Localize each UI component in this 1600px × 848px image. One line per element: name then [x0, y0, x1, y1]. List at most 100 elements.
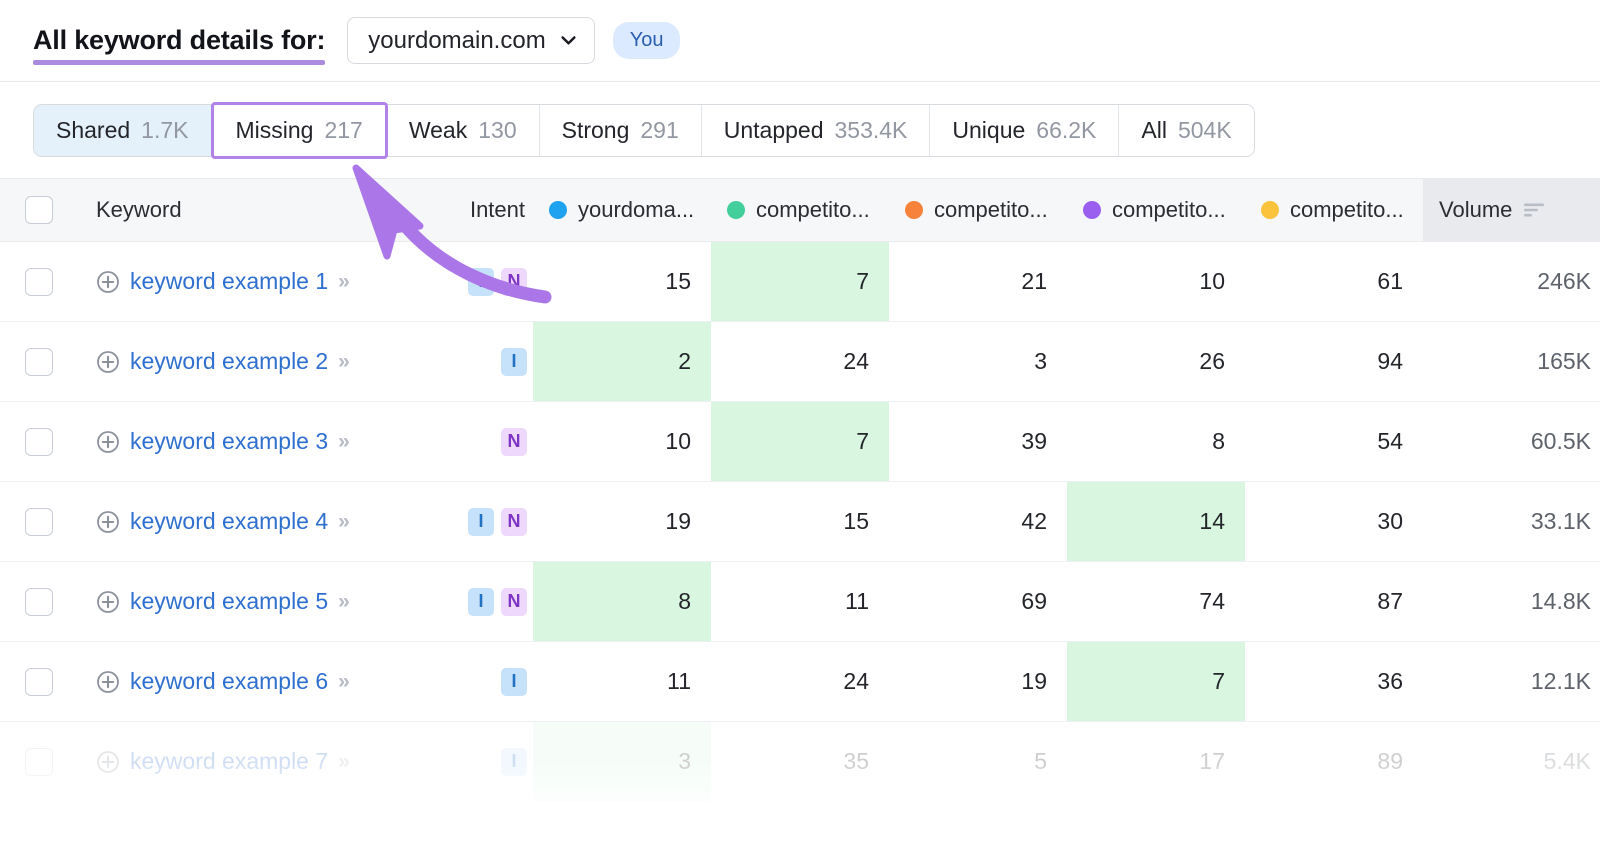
keyword-link[interactable]: keyword example 7 — [130, 748, 328, 775]
double-chevron-right-icon[interactable]: » — [338, 270, 348, 294]
row-select-cell — [0, 508, 78, 536]
row-checkbox[interactable] — [25, 588, 53, 616]
row-checkbox[interactable] — [25, 748, 53, 776]
position-cell-site-1: 7 — [711, 242, 889, 321]
row-checkbox[interactable] — [25, 268, 53, 296]
table-row[interactable]: keyword example 7 » I 3 35 5 17 89 5.4K — [0, 722, 1600, 802]
tab-shared[interactable]: Shared 1.7K — [34, 105, 212, 156]
position-cell-site-2: 21 — [889, 242, 1067, 321]
position-cell-site-2: 69 — [889, 562, 1067, 641]
plus-circle-icon[interactable] — [96, 590, 120, 614]
row-checkbox[interactable] — [25, 428, 53, 456]
row-checkbox[interactable] — [25, 348, 53, 376]
intent-badge-navigational[interactable]: N — [501, 428, 527, 456]
row-intent-cell: I — [423, 668, 533, 696]
position-cell-site-0: 11 — [533, 642, 711, 721]
intent-badge-informational[interactable]: I — [501, 348, 527, 376]
double-chevron-right-icon[interactable]: » — [338, 750, 348, 774]
keyword-link[interactable]: keyword example 2 — [130, 348, 328, 375]
intent-badge-informational[interactable]: I — [468, 508, 494, 536]
position-value: 35 — [843, 748, 869, 775]
intent-badge-navigational[interactable]: N — [501, 588, 527, 616]
keyword-link[interactable]: keyword example 4 — [130, 508, 328, 535]
header-intent-label: Intent — [470, 197, 525, 223]
position-cell-site-1: 24 — [711, 642, 889, 721]
position-value: 15 — [665, 268, 691, 295]
position-value: 87 — [1377, 588, 1403, 615]
row-intent-cell: I N — [423, 268, 533, 296]
position-value: 24 — [843, 348, 869, 375]
header-site-2[interactable]: competito... — [889, 179, 1067, 241]
volume-value: 14.8K — [1531, 588, 1591, 615]
tab-untapped[interactable]: Untapped 353.4K — [702, 105, 931, 156]
row-select-cell — [0, 428, 78, 456]
keyword-link[interactable]: keyword example 3 — [130, 428, 328, 455]
header-site-1[interactable]: competito... — [711, 179, 889, 241]
tab-unique[interactable]: Unique 66.2K — [930, 105, 1119, 156]
position-value: 11 — [667, 668, 691, 695]
tab-unique-count: 66.2K — [1036, 117, 1096, 144]
intent-badge-informational[interactable]: I — [468, 268, 494, 296]
position-cell-site-3: 7 — [1067, 642, 1245, 721]
position-value: 3 — [678, 748, 691, 775]
header-intent[interactable]: Intent — [423, 197, 533, 223]
select-all-checkbox[interactable] — [25, 196, 53, 224]
keywords-table: Keyword Intent yourdoma... competito... … — [0, 178, 1600, 802]
site-color-dot-0 — [549, 201, 567, 219]
row-checkbox[interactable] — [25, 508, 53, 536]
tab-missing[interactable]: Missing 217 — [211, 102, 388, 159]
position-value: 36 — [1377, 668, 1403, 695]
header-volume[interactable]: Volume — [1423, 178, 1600, 242]
table-row[interactable]: keyword example 4 » I N 19 15 42 14 30 3… — [0, 482, 1600, 562]
tab-weak[interactable]: Weak 130 — [387, 105, 540, 156]
plus-circle-icon[interactable] — [96, 510, 120, 534]
double-chevron-right-icon[interactable]: » — [338, 430, 348, 454]
double-chevron-right-icon[interactable]: » — [338, 510, 348, 534]
volume-cell: 60.5K — [1423, 402, 1600, 481]
header-site-3[interactable]: competito... — [1067, 179, 1245, 241]
double-chevron-right-icon[interactable]: » — [338, 590, 348, 614]
plus-circle-icon[interactable] — [96, 750, 120, 774]
tab-all[interactable]: All 504K — [1119, 105, 1253, 156]
plus-circle-icon[interactable] — [96, 430, 120, 454]
position-value: 26 — [1199, 348, 1225, 375]
table-row[interactable]: keyword example 3 » N 10 7 39 8 54 60.5K — [0, 402, 1600, 482]
position-value: 8 — [1212, 428, 1225, 455]
tab-strong[interactable]: Strong 291 — [540, 105, 702, 156]
position-cell-site-1: 7 — [711, 402, 889, 481]
table-row[interactable]: keyword example 2 » I 2 24 3 26 94 165K — [0, 322, 1600, 402]
position-cell-site-2: 5 — [889, 722, 1067, 801]
domain-selector[interactable]: yourdomain.com — [347, 17, 594, 64]
row-checkbox[interactable] — [25, 668, 53, 696]
keyword-link[interactable]: keyword example 1 — [130, 268, 328, 295]
intent-badge-navigational[interactable]: N — [501, 508, 527, 536]
header-site-4[interactable]: competito... — [1245, 179, 1423, 241]
double-chevron-right-icon[interactable]: » — [338, 670, 348, 694]
keyword-link[interactable]: keyword example 5 — [130, 588, 328, 615]
table-row[interactable]: keyword example 6 » I 11 24 19 7 36 12.1… — [0, 642, 1600, 722]
intent-badge-informational[interactable]: I — [501, 748, 527, 776]
keyword-link[interactable]: keyword example 6 — [130, 668, 328, 695]
table-row[interactable]: keyword example 5 » I N 8 11 69 74 87 14… — [0, 562, 1600, 642]
position-cell-site-2: 39 — [889, 402, 1067, 481]
site-color-dot-2 — [905, 201, 923, 219]
intent-badge-informational[interactable]: I — [468, 588, 494, 616]
position-cell-site-2: 42 — [889, 482, 1067, 561]
plus-circle-icon[interactable] — [96, 670, 120, 694]
plus-circle-icon[interactable] — [96, 350, 120, 374]
plus-circle-icon[interactable] — [96, 270, 120, 294]
header-keyword[interactable]: Keyword — [78, 197, 423, 223]
volume-value: 12.1K — [1531, 668, 1591, 695]
position-cell-site-3: 10 — [1067, 242, 1245, 321]
double-chevron-right-icon[interactable]: » — [338, 350, 348, 374]
intent-badge-navigational[interactable]: N — [501, 268, 527, 296]
table-row[interactable]: keyword example 1 » I N 15 7 21 10 61 24… — [0, 242, 1600, 322]
tab-shared-count: 1.7K — [141, 117, 188, 144]
position-cell-site-0: 3 — [533, 722, 711, 801]
volume-cell: 5.4K — [1423, 722, 1600, 801]
header-site-0[interactable]: yourdoma... — [533, 179, 711, 241]
intent-badge-informational[interactable]: I — [501, 668, 527, 696]
header-site-2-label: competito... — [934, 197, 1048, 223]
tab-unique-label: Unique — [952, 117, 1025, 144]
tab-strong-label: Strong — [562, 117, 630, 144]
